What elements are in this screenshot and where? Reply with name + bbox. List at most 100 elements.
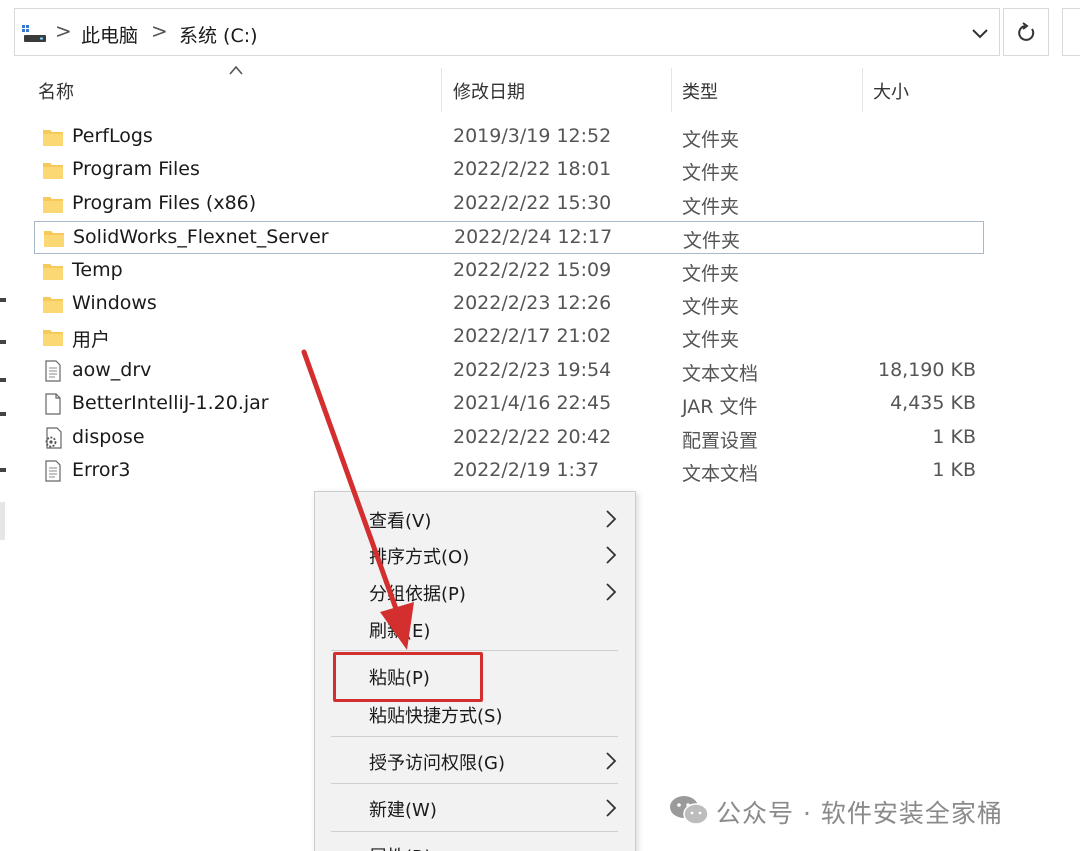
file-row[interactable]: SolidWorks_Flexnet_Server 2022/2/24 12:17… [34,221,984,255]
file-row[interactable]: 用户 2022/2/17 21:02 文件夹 [34,321,984,354]
sort-ascending-icon [229,65,243,75]
context-menu-item[interactable]: 排序方式(O) [315,537,635,573]
file-row[interactable]: PerfLogs 2019/3/19 12:52 文件夹 [34,121,984,154]
file-modified: 2022/2/23 12:26 [453,292,612,314]
file-name: Program Files (x86) [72,191,257,214]
chevron-right-icon [606,799,617,817]
file-row[interactable]: dispose 2022/2/22 20:42 配置设置 1 KB [34,422,984,455]
context-menu-item[interactable]: 新建(W) [315,790,635,826]
file-type: 文本文档 [682,463,759,485]
folder-icon [42,159,64,181]
nav-pane-selected-item[interactable] [0,502,5,540]
text-file-icon [42,360,64,382]
file-row[interactable]: Program Files 2022/2/22 18:01 文件夹 [34,154,984,187]
refresh-button[interactable] [1003,8,1049,56]
context-menu-item[interactable]: 查看(V) [315,501,635,537]
chevron-right-icon [606,510,617,528]
breadcrumb-separator[interactable]: > [55,19,72,43]
context-menu-item[interactable]: 分组依据(P) [315,574,635,610]
folder-icon [42,293,64,315]
file-name: BetterIntelliJ-1.20.jar [72,392,269,415]
menu-separator [331,831,618,832]
file-type: 文件夹 [682,129,740,151]
file-type: JAR 文件 [682,396,758,419]
text-file-icon [42,460,64,482]
breadcrumb-drive-c[interactable]: 系统 (C:) [179,21,258,48]
menu-item-label: 分组依据(P) [369,584,466,605]
file-type: 文件夹 [682,329,740,352]
file-type: 文件夹 [682,262,740,285]
folder-icon [43,227,65,249]
file-name: aow_drv [72,358,152,381]
file-row[interactable]: Temp 2022/2/22 15:09 文件夹 [34,255,984,288]
column-divider[interactable] [441,68,442,112]
column-header-name[interactable]: 名称 [38,78,74,104]
file-name: Windows [72,292,157,314]
file-type: 文件夹 [682,296,740,318]
file-size: 18,190 KB [877,358,976,381]
file-size: 1 KB [932,459,976,481]
this-pc-icon [21,24,47,44]
context-menu-item[interactable]: 刷新(E) [315,611,635,647]
menu-separator [331,736,618,737]
menu-item-label: 刷新(E) [369,621,431,642]
column-header-size[interactable]: 大小 [873,78,909,104]
file-modified: 2022/2/22 15:30 [453,191,612,214]
file-modified: 2022/2/17 21:02 [453,325,612,348]
menu-item-label: 查看(V) [369,511,432,532]
column-divider[interactable] [671,68,672,112]
file-size: 4,435 KB [890,392,976,415]
nav-pane-fragment [0,412,6,416]
file-row[interactable]: aow_drv 2022/2/23 19:54 文本文档 18,190 KB [34,355,984,388]
file-name: PerfLogs [72,125,153,147]
file-row[interactable]: Error3 2022/2/19 1:37 文本文档 1 KB [34,455,984,488]
file-row[interactable]: BetterIntelliJ-1.20.jar 2021/4/16 22:45 JA… [34,388,984,421]
address-bar[interactable]: > 此电脑 > 系统 (C:) [14,8,1000,56]
config-file-icon [42,426,64,449]
file-type: 文本文档 [682,362,759,385]
file-type: 文件夹 [683,230,741,253]
file-name: SolidWorks_Flexnet_Server [73,226,329,249]
context-menu-item[interactable]: 属性(R) [315,837,635,851]
file-modified: 2021/4/16 22:45 [453,392,612,415]
menu-separator [331,783,618,784]
paste-highlight-box [333,652,483,702]
file-type: 文件夹 [682,195,740,218]
chevron-right-icon [606,546,617,564]
column-header-type[interactable]: 类型 [682,78,718,104]
menu-item-label: 排序方式(O) [369,547,470,568]
nav-pane-fragment [0,378,6,382]
file-modified: 2022/2/24 12:17 [454,226,613,249]
file-row[interactable]: Windows 2022/2/23 12:26 文件夹 [34,288,984,321]
file-modified: 2019/3/19 12:52 [453,125,612,147]
chevron-down-icon[interactable] [965,21,995,47]
file-icon [42,393,64,415]
menu-item-label: 授予访问权限(G) [369,753,505,774]
file-modified: 2022/2/22 15:09 [453,258,612,281]
file-modified: 2022/2/22 20:42 [453,425,612,448]
breadcrumb-this-pc[interactable]: 此电脑 [81,21,138,48]
file-modified: 2022/2/22 18:01 [453,158,612,181]
column-header-modified[interactable]: 修改日期 [453,78,525,104]
context-menu-item[interactable]: 授予访问权限(G) [315,743,635,779]
menu-separator [331,650,618,651]
menu-item-label: 属性(R) [369,843,432,851]
wechat-logo-icon [670,796,709,825]
file-type: 配置设置 [682,429,759,452]
file-size: 1 KB [932,425,976,448]
refresh-icon [1018,22,1035,41]
file-name: Program Files [72,158,200,181]
search-box[interactable] [1062,8,1080,56]
chevron-right-icon [606,752,617,770]
file-name: Temp [72,258,123,281]
nav-pane-fragment [0,298,6,302]
breadcrumb-separator[interactable]: > [151,19,168,43]
nav-pane-fragment [0,468,6,472]
file-type: 文件夹 [682,162,740,185]
column-divider[interactable] [862,68,863,112]
file-row[interactable]: Program Files (x86) 2022/2/22 15:30 文件夹 [34,188,984,221]
file-modified: 2022/2/23 19:54 [453,358,612,381]
file-modified: 2022/2/19 1:37 [453,459,600,481]
folder-icon [42,326,64,348]
file-name: dispose [72,425,145,448]
